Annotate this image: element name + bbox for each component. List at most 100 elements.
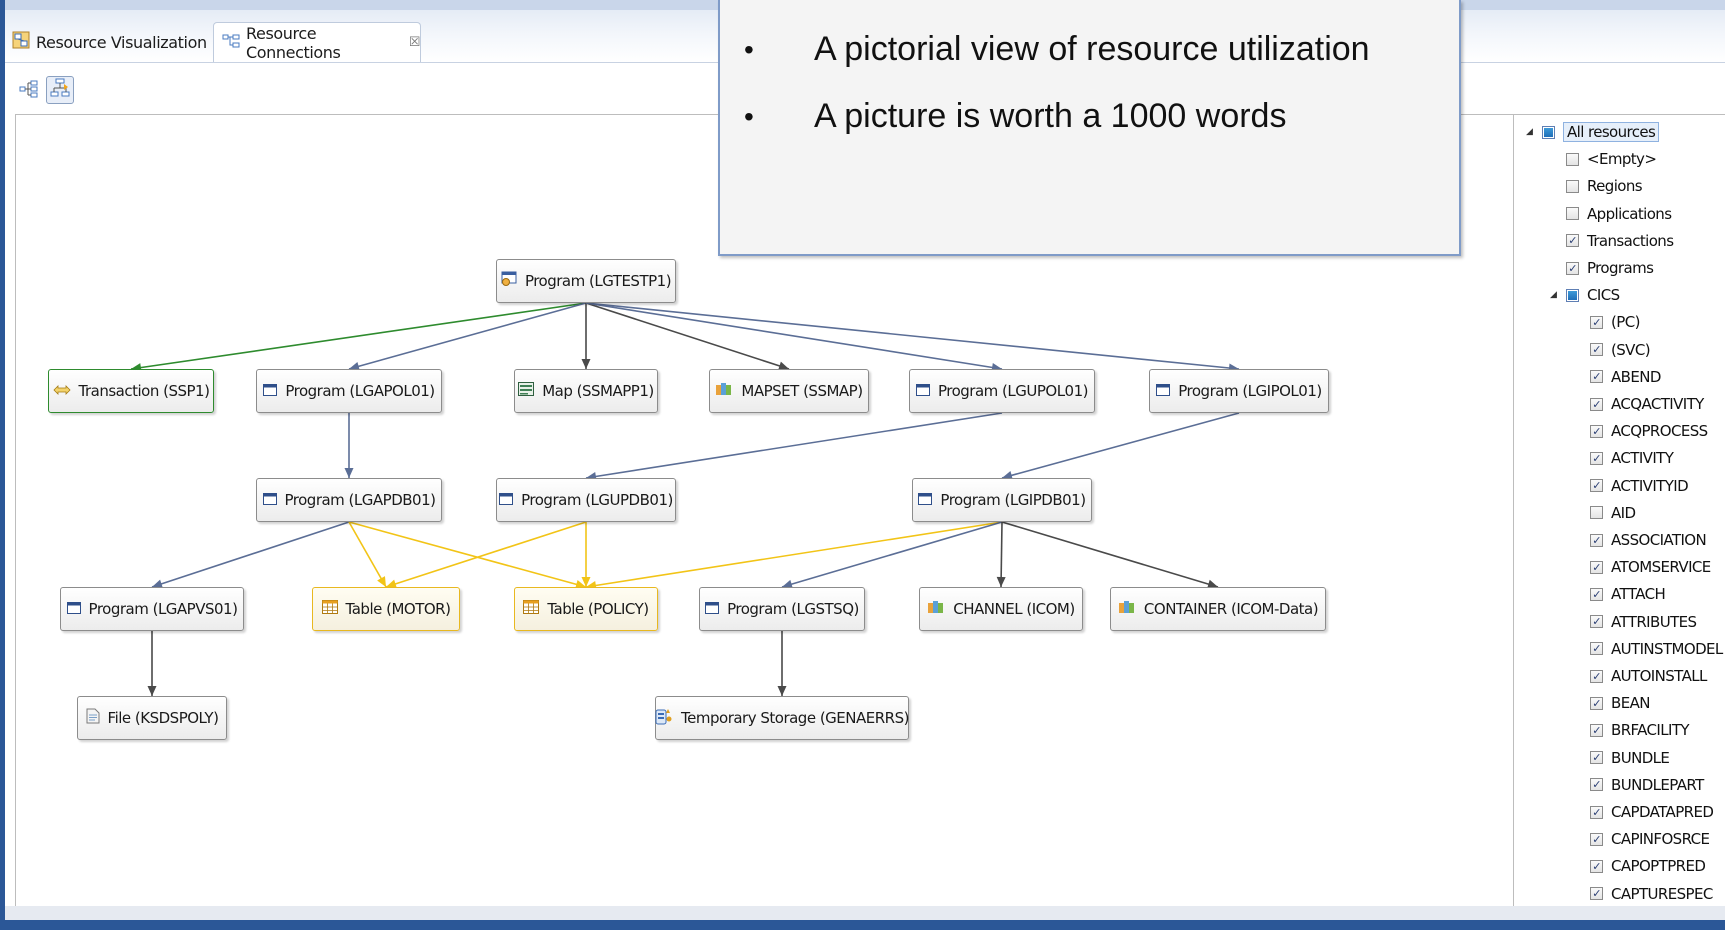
tree-item[interactable]: ✓ BUNDLE — [1590, 745, 1670, 771]
tree-item[interactable]: ✓ ABEND — [1590, 364, 1661, 390]
tree-checkbox[interactable]: ✓ — [1590, 397, 1603, 411]
graph-node-label: Table (POLICY) — [547, 600, 649, 618]
graph-node-lgtestp1[interactable]: Program (LGTESTP1) — [496, 259, 676, 303]
graph-node-lgipol01[interactable]: Program (LGIPOL01) — [1149, 369, 1329, 413]
graph-node-lgapol01[interactable]: Program (LGAPOL01) — [256, 369, 442, 413]
tree-item[interactable]: ✓ (SVC) — [1590, 337, 1651, 363]
tree-item[interactable]: Regions — [1566, 173, 1643, 199]
program-window-icon — [705, 600, 720, 618]
tree-checkbox[interactable]: ✓ — [1590, 642, 1603, 656]
graph-node-icomdata[interactable]: CONTAINER (ICOM-Data) — [1110, 587, 1326, 631]
tree-checkbox[interactable]: ✓ — [1590, 887, 1603, 901]
tree-item[interactable]: ✓ ACTIVITYID — [1590, 473, 1689, 499]
tree-checkbox[interactable]: ✓ — [1590, 669, 1603, 683]
graph-node-lgapvs01[interactable]: Program (LGAPVS01) — [60, 587, 244, 631]
tree-item[interactable]: Applications — [1566, 201, 1672, 227]
tree-checkbox[interactable] — [1566, 288, 1579, 302]
tree-checkbox[interactable]: ✓ — [1590, 424, 1603, 438]
tree-item[interactable]: <Empty> — [1566, 146, 1657, 172]
tree-checkbox[interactable] — [1566, 207, 1579, 221]
tab-resource-visualization[interactable]: Resource Visualization — [8, 22, 217, 62]
tree-item[interactable]: ✓ ACQPROCESS — [1590, 418, 1708, 444]
tree-item[interactable]: ✓ ACTIVITY — [1590, 445, 1674, 471]
graph-node-ssmapp1[interactable]: Map (SSMAPP1) — [514, 369, 658, 413]
graph-node-label: Program (LGTESTP1) — [524, 272, 672, 290]
tree-checkbox[interactable] — [1566, 152, 1579, 166]
tree-checkbox[interactable]: ✓ — [1566, 261, 1579, 275]
tree-checkbox[interactable]: ✓ — [1590, 751, 1603, 765]
tree-checkbox[interactable] — [1542, 125, 1555, 139]
graph-node-lgipdb01[interactable]: Program (LGIPDB01) — [912, 478, 1092, 522]
tree-checkbox[interactable]: ✓ — [1590, 533, 1603, 547]
tree-item[interactable]: ✓ ASSOCIATION — [1590, 527, 1707, 553]
tree-checkbox[interactable]: ✓ — [1590, 723, 1603, 737]
graph-node-label: Program (LGUPOL01) — [937, 382, 1089, 400]
tab-resource-connections[interactable]: Resource Connections ☒ — [213, 22, 421, 62]
graph-node-lgapdb01[interactable]: Program (LGAPDB01) — [256, 478, 442, 522]
tree-checkbox[interactable]: ✓ — [1566, 234, 1579, 248]
expand-arrow-icon[interactable]: ◢ — [1526, 127, 1536, 137]
tree-checkbox[interactable]: ✓ — [1590, 696, 1603, 710]
tree-item[interactable]: ✓ CAPOPTPRED — [1590, 853, 1706, 879]
tree-checkbox[interactable]: ✓ — [1590, 343, 1603, 357]
tree-item[interactable]: ✓ ATTACH — [1590, 581, 1666, 607]
tree-item[interactable]: ✓ BEAN — [1590, 690, 1650, 716]
tree-checkbox[interactable]: ✓ — [1590, 560, 1603, 574]
tree-item[interactable]: ✓ AUTINSTMODEL — [1590, 636, 1723, 662]
tree-item[interactable]: ✓ Transactions — [1566, 228, 1674, 254]
horizontal-layout-button[interactable] — [46, 76, 74, 104]
tree-item-cics[interactable]: ◢ CICS — [1550, 282, 1620, 308]
tree-item[interactable]: ✓ BUNDLEPART — [1590, 772, 1704, 798]
graph-node-lgstsq[interactable]: Program (LGSTSQ) — [699, 587, 865, 631]
tree-checkbox[interactable]: ✓ — [1590, 451, 1603, 465]
resource-connections-icon — [222, 33, 240, 53]
tree-checkbox[interactable]: ✓ — [1590, 805, 1603, 819]
tree-checkbox[interactable]: ✓ — [1590, 370, 1603, 384]
close-tab-icon[interactable]: ☒ — [409, 35, 421, 50]
tree-checkbox[interactable]: ✓ — [1590, 778, 1603, 792]
graph-node-lgupdb01[interactable]: Program (LGUPDB01) — [496, 478, 676, 522]
tree-checkbox[interactable]: ✓ — [1590, 859, 1603, 873]
tree-checkbox[interactable] — [1590, 506, 1603, 520]
graph-node-ksdspoly[interactable]: File (KSDSPOLY) — [77, 696, 227, 740]
program-gear-icon — [501, 271, 517, 291]
tree-item[interactable]: ✓ ATTRIBUTES — [1590, 609, 1697, 635]
tree-item[interactable]: ✓ AUTOINSTALL — [1590, 663, 1707, 689]
graph-node-icom[interactable]: CHANNEL (ICOM) — [919, 587, 1083, 631]
tree-checkbox[interactable]: ✓ — [1590, 479, 1603, 493]
tree-item[interactable]: ✓ BRFACILITY — [1590, 717, 1690, 743]
tree-item-all-resources[interactable]: ◢ All resources — [1526, 119, 1660, 145]
program-window-icon — [263, 382, 278, 400]
tree-item[interactable]: ✓ Programs — [1566, 255, 1654, 281]
tree-item[interactable]: ✓ CAPINFOSRCE — [1590, 826, 1710, 852]
mapset-books-icon — [715, 382, 733, 400]
expand-arrow-icon[interactable]: ◢ — [1550, 290, 1560, 300]
tree-item[interactable]: ✓ ATOMSERVICE — [1590, 554, 1711, 580]
graph-node-label: Temporary Storage (GENAERRS) — [681, 709, 909, 727]
tree-item[interactable]: ✓ (PC) — [1590, 309, 1640, 335]
tree-item[interactable]: ✓ CAPTURESPEC — [1590, 881, 1713, 907]
container-books-icon — [1118, 600, 1136, 618]
graph-node-policy[interactable]: Table (POLICY) — [514, 587, 658, 631]
tab-label: Resource Visualization — [36, 32, 207, 52]
tree-item[interactable]: ✓ CAPDATAPRED — [1590, 799, 1714, 825]
tree-checkbox[interactable]: ✓ — [1590, 587, 1603, 601]
graph-node-ssmap[interactable]: MAPSET (SSMAP) — [709, 369, 869, 413]
tree-checkbox[interactable] — [1566, 179, 1579, 193]
file-icon — [86, 708, 100, 728]
tree-item-label: AID — [1611, 503, 1636, 522]
tree-item-label: AUTINSTMODEL — [1611, 639, 1723, 658]
window-frame-bottom — [0, 920, 1725, 930]
tree-checkbox[interactable]: ✓ — [1590, 615, 1603, 629]
graph-node-genaerrs[interactable]: Temporary Storage (GENAERRS) — [655, 696, 909, 740]
graph-node-lgupol01[interactable]: Program (LGUPOL01) — [909, 369, 1095, 413]
tree-item-label: CAPTURESPEC — [1611, 884, 1713, 903]
tree-checkbox[interactable]: ✓ — [1590, 832, 1603, 846]
tree-item[interactable]: ✓ ACQACTIVITY — [1590, 391, 1704, 417]
graph-node-label: File (KSDSPOLY) — [107, 709, 219, 727]
graph-node-ssp1[interactable]: Transaction (SSP1) — [48, 369, 214, 413]
tree-layout-button[interactable] — [16, 78, 42, 104]
graph-node-motor[interactable]: Table (MOTOR) — [312, 587, 460, 631]
tree-checkbox[interactable]: ✓ — [1590, 315, 1603, 329]
tree-item[interactable]: AID — [1590, 500, 1636, 526]
